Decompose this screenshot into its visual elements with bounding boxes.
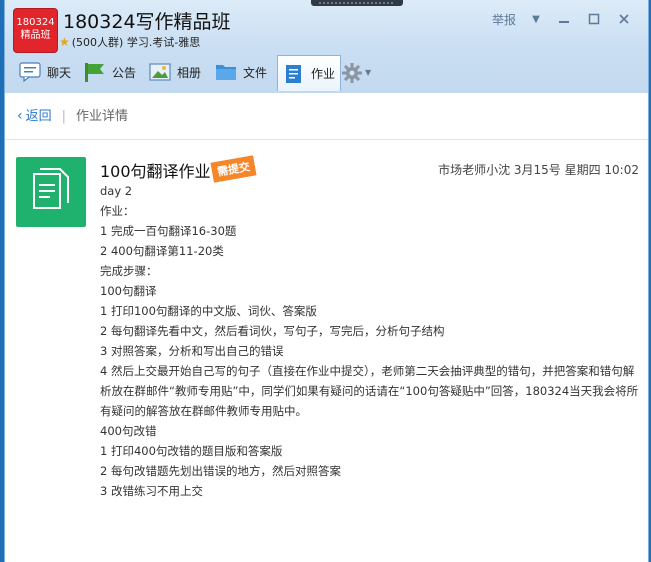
star-icon: ★ (59, 35, 70, 49)
body-line: 1 打印400句改错的题目版和答案版 (100, 444, 283, 458)
divider (5, 139, 648, 140)
tab-homework[interactable]: 作业 (277, 55, 342, 91)
chevron-left-icon: ‹ (17, 108, 23, 124)
breadcrumb-current: 作业详情 (76, 109, 129, 124)
tab-announcement[interactable]: 公告 (79, 56, 141, 88)
body-line: 2 400句翻译第11-20类 (100, 244, 224, 258)
breadcrumb: ‹ 返回 | 作业详情 (17, 105, 128, 125)
toolbar: 聊天 公告 相册 文件 作业 ▼ (5, 55, 648, 91)
group-avatar-line2: 精品班 (20, 30, 51, 41)
chat-icon (19, 62, 41, 83)
body-line: 1 完成一百句翻译16-30题 (100, 224, 237, 238)
tab-announcement-label: 公告 (112, 65, 137, 80)
body-line: 3 对照答案，分析和写出自己的错误 (100, 344, 284, 358)
breadcrumb-separator: | (61, 109, 67, 124)
body-line: 作业： (100, 204, 135, 218)
minimize-icon (559, 21, 569, 23)
group-name[interactable]: 180324写作精品班 (63, 7, 231, 34)
homework-detail-panel: ‹ 返回 | 作业详情 100句翻译作业 需提交 市场老师小沈 3月15号 星期四 1… (5, 93, 648, 562)
body-line: 100句翻译 (100, 284, 157, 298)
group-avatar[interactable]: 180324 精品班 (14, 9, 57, 52)
chevron-down-icon: ▼ (365, 67, 372, 77)
homework-meta: 市场老师小沈 3月15号 星期四 10:02 (438, 163, 639, 177)
body-line: 4 然后上交最开始自己写的句子（直接在作业中提交），老师第二天会抽评典型的错句，… (100, 364, 639, 418)
group-chat-window: 180324 精品班 180324写作精品班 ★ (500人群) 学习.考试-雅思… (4, 0, 649, 562)
tab-files-label: 文件 (243, 65, 268, 80)
album-icon (149, 62, 171, 82)
body-line: 3 改错练习不用上交 (100, 484, 203, 498)
window-controls: 举报 ▼ (490, 12, 640, 28)
folder-icon (215, 62, 237, 82)
body-line: day 2 (100, 184, 133, 198)
tab-album[interactable]: 相册 (144, 56, 206, 88)
body-line: 完成步骤： (100, 264, 158, 278)
drag-grip[interactable] (311, 0, 403, 6)
announcement-icon (84, 62, 106, 82)
minimize-button[interactable] (556, 12, 572, 30)
chevron-down-icon[interactable]: ▼ (528, 12, 544, 28)
report-button[interactable]: 举报 (490, 12, 518, 28)
document-icon (16, 157, 86, 227)
homework-body: day 2 作业： 1 完成一百句翻译16-30题 2 400句翻译第11-20… (100, 181, 645, 501)
body-line: 2 每句改错题先划出错误的地方，然后对照答案 (100, 464, 341, 478)
submit-required-badge: 需提交 (210, 155, 257, 183)
close-icon (619, 14, 629, 24)
homework-title: 100句翻译作业 (100, 162, 211, 181)
body-line: 400句改错 (100, 424, 157, 438)
tab-chat-label: 聊天 (47, 65, 72, 80)
body-line: 1 打印100句翻译的中文版、词伙、答案版 (100, 304, 317, 318)
gear-icon (341, 62, 363, 83)
tab-files[interactable]: 文件 (210, 56, 272, 88)
maximize-icon (588, 13, 600, 25)
back-button[interactable]: ‹ 返回 (17, 108, 52, 124)
group-subtitle: ★ (500人群) 学习.考试-雅思 (59, 34, 200, 50)
title-bar: 180324 精品班 180324写作精品班 ★ (500人群) 学习.考试-雅思… (5, 0, 648, 94)
group-category: (500人群) 学习.考试-雅思 (71, 36, 201, 49)
maximize-button[interactable] (586, 12, 602, 30)
back-label: 返回 (25, 109, 52, 124)
tab-album-label: 相册 (177, 65, 202, 80)
settings-menu-button[interactable]: ▼ (336, 56, 376, 88)
group-avatar-line1: 180324 (16, 17, 55, 28)
body-line: 2 每句翻译先看中文，然后看词伙，写句子，写完后，分析句子结构 (100, 324, 445, 338)
tab-homework-label: 作业 (311, 67, 336, 81)
tab-chat[interactable]: 聊天 (14, 56, 76, 88)
homework-icon (283, 64, 305, 84)
close-button[interactable] (616, 12, 632, 30)
